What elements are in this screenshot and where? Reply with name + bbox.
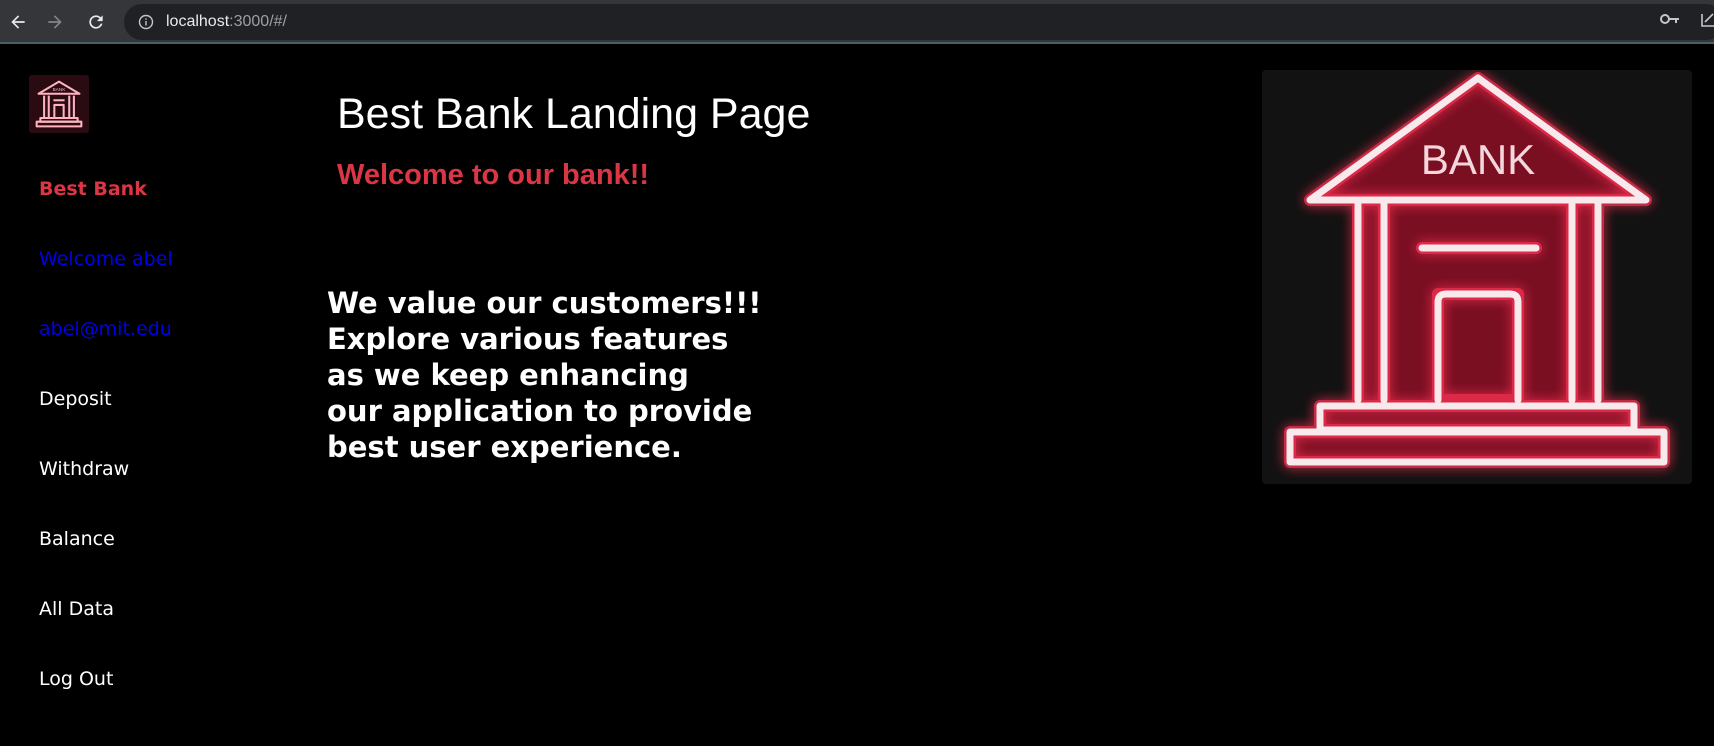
share-icon[interactable] [1700, 10, 1714, 28]
info-icon[interactable] [138, 14, 154, 30]
nav-deposit[interactable]: Deposit [39, 388, 112, 410]
value-statement: We value our customers!!! Explore variou… [327, 285, 762, 465]
value-line: We value our customers!!! [327, 286, 762, 320]
nav-balance[interactable]: Balance [39, 528, 115, 550]
back-button[interactable] [4, 8, 32, 36]
nav-all-data[interactable]: All Data [39, 598, 114, 620]
reload-icon [89, 15, 103, 29]
bank-hero-image: BANK [1262, 70, 1692, 484]
url-path: :3000/#/ [229, 13, 287, 30]
reload-button[interactable] [82, 8, 110, 36]
nav-withdraw[interactable]: Withdraw [39, 458, 129, 480]
address-bar[interactable]: localhost:3000/#/ [124, 4, 1714, 40]
arrow-left-icon [11, 15, 25, 29]
bank-building-icon: BANK [1284, 72, 1670, 468]
user-email-link[interactable]: abel@mit.edu [39, 318, 172, 340]
bank-building-icon: BANK [35, 80, 83, 128]
forward-button[interactable] [41, 8, 69, 36]
logo-text: BANK [53, 87, 67, 92]
value-line: best user experience. [327, 430, 682, 464]
hero-bank-text: BANK [1421, 136, 1535, 183]
value-line: Explore various features [327, 322, 729, 356]
value-line: as we keep enhancing [327, 358, 689, 392]
welcome-subtitle: Welcome to our bank!! [337, 159, 650, 191]
welcome-user-link[interactable]: Welcome abel [39, 248, 173, 270]
url-text[interactable]: localhost:3000/#/ [166, 13, 287, 31]
brand-link[interactable]: Best Bank [39, 178, 147, 200]
url-host: localhost [166, 13, 230, 30]
value-line: our application to provide [327, 394, 753, 428]
arrow-right-icon [48, 15, 62, 29]
page-title: Best Bank Landing Page [337, 90, 811, 138]
browser-toolbar: localhost:3000/#/ [0, 0, 1714, 44]
nav-log-out[interactable]: Log Out [39, 668, 113, 690]
bank-logo[interactable]: BANK [29, 75, 89, 133]
key-icon[interactable] [1660, 12, 1680, 26]
